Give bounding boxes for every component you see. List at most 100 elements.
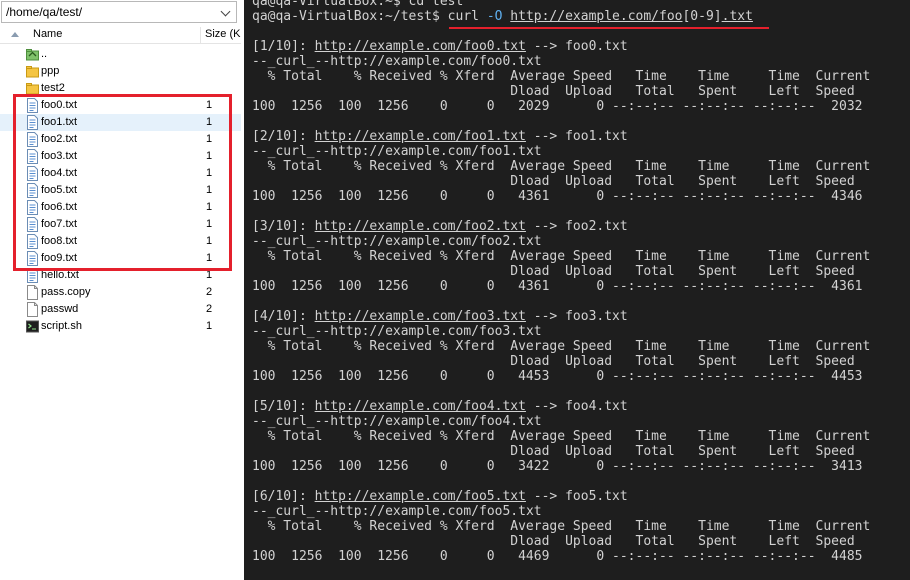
shell-prompt: qa@qa-VirtualBox:~/test$ xyxy=(252,9,448,24)
curl-marker-url: http://example.com/foo2.txt xyxy=(330,234,542,249)
progress-stats-line: 100 1256 100 1256 0 0 2029 0 --:--:-- --… xyxy=(252,99,910,114)
chevron-down-icon[interactable] xyxy=(218,4,234,20)
transfer-index: [3/10]: xyxy=(252,219,315,234)
file-icon xyxy=(26,285,39,300)
transfer-url: http://example.com/foo0.txt xyxy=(314,39,526,54)
file-row[interactable]: foo6.txt 1 xyxy=(0,199,241,216)
terminal-command-line: qa@qa-VirtualBox:~/test$ curl -O http://… xyxy=(252,9,910,24)
progress-header-1: % Total % Received % Xferd Average Speed… xyxy=(252,429,871,444)
folder-icon xyxy=(26,81,39,96)
shell-script-icon xyxy=(26,319,39,334)
curl-marker-line: --_curl_--http://example.com/foo4.txt xyxy=(252,414,910,429)
progress-stats: 100 1256 100 1256 0 0 4361 0 --:--:-- --… xyxy=(252,189,863,204)
file-name: foo0.txt xyxy=(41,99,78,111)
curl-marker-line: --_curl_--http://example.com/foo0.txt xyxy=(252,54,910,69)
file-row[interactable]: foo3.txt 1 xyxy=(0,148,241,165)
file-name: ppp xyxy=(41,65,60,77)
file-row[interactable]: foo9.txt 1 xyxy=(0,250,241,267)
command-flag: -O xyxy=(486,9,503,24)
file-size: 1 xyxy=(206,133,213,145)
file-size: 1 xyxy=(206,167,213,179)
transfer-header-line: [1/10]: http://example.com/foo0.txt --> … xyxy=(252,39,910,54)
text-file-icon xyxy=(26,234,39,249)
transfer-arrow: --> xyxy=(525,489,566,504)
transfer-output-file: foo3.txt xyxy=(565,309,628,324)
file-name: hello.txt xyxy=(41,269,79,281)
file-row[interactable]: foo4.txt 1 xyxy=(0,165,241,182)
file-name: test2 xyxy=(41,82,65,94)
column-header-size[interactable]: Size (K xyxy=(205,28,240,40)
file-list-header: Name Size (K xyxy=(0,27,241,44)
curl-marker-line: --_curl_--http://example.com/foo1.txt xyxy=(252,144,910,159)
command-url: http://example.com/foo xyxy=(510,9,683,24)
transfer-index: [4/10]: xyxy=(252,309,315,324)
file-size: 1 xyxy=(206,269,213,281)
progress-stats-line: 100 1256 100 1256 0 0 4361 0 --:--:-- --… xyxy=(252,189,910,204)
progress-header-2: Dload Upload Total Spent Left Speed xyxy=(252,174,855,189)
file-icon xyxy=(26,302,39,317)
file-row[interactable]: passwd 2 xyxy=(0,301,241,318)
curl-marker-url: http://example.com/foo5.txt xyxy=(330,504,542,519)
file-name: foo9.txt xyxy=(41,252,78,264)
progress-header-line-1: % Total % Received % Xferd Average Speed… xyxy=(252,69,910,84)
file-size: 1 xyxy=(206,320,213,332)
transfer-header-line: [6/10]: http://example.com/foo5.txt --> … xyxy=(252,489,910,504)
file-row[interactable]: ppp xyxy=(0,63,241,80)
file-name: foo5.txt xyxy=(41,184,78,196)
file-size: 1 xyxy=(206,218,213,230)
file-row[interactable]: foo5.txt 1 xyxy=(0,182,241,199)
curl-marker-line: --_curl_--http://example.com/foo2.txt xyxy=(252,234,910,249)
progress-header-line-2: Dload Upload Total Spent Left Speed xyxy=(252,354,910,369)
curl-marker-line: --_curl_--http://example.com/foo5.txt xyxy=(252,504,910,519)
file-row[interactable]: foo1.txt 1 xyxy=(0,114,241,131)
file-row[interactable]: foo0.txt 1 xyxy=(0,97,241,114)
file-size: 1 xyxy=(206,116,213,128)
transfer-arrow: --> xyxy=(525,309,566,324)
progress-header-2: Dload Upload Total Spent Left Speed xyxy=(252,354,855,369)
text-file-icon xyxy=(26,132,39,147)
text-file-icon xyxy=(26,115,39,130)
curl-marker-prefix: --_curl_-- xyxy=(252,414,331,429)
transfer-header-line: [2/10]: http://example.com/foo1.txt --> … xyxy=(252,129,910,144)
transfer-url: http://example.com/foo1.txt xyxy=(314,129,526,144)
file-row[interactable]: foo2.txt 1 xyxy=(0,131,241,148)
command-url-glob: [0-9] xyxy=(682,9,722,24)
transfer-index: [5/10]: xyxy=(252,399,315,414)
progress-header-1: % Total % Received % Xferd Average Speed… xyxy=(252,519,871,534)
file-row[interactable]: script.sh 1 xyxy=(0,318,241,335)
progress-stats-line: 100 1256 100 1256 0 0 4361 0 --:--:-- --… xyxy=(252,279,910,294)
progress-header-1: % Total % Received % Xferd Average Speed… xyxy=(252,249,871,264)
text-file-icon xyxy=(26,251,39,266)
path-combobox[interactable]: /home/qa/test/ xyxy=(1,1,237,23)
progress-stats-line: 100 1256 100 1256 0 0 3422 0 --:--:-- --… xyxy=(252,459,910,474)
file-name: foo1.txt xyxy=(41,116,78,128)
file-row[interactable]: pass.copy 2 xyxy=(0,284,241,301)
column-header-name[interactable]: Name xyxy=(33,28,62,40)
file-row[interactable]: .. xyxy=(0,46,241,63)
progress-header-1: % Total % Received % Xferd Average Speed… xyxy=(252,159,871,174)
progress-header-line-2: Dload Upload Total Spent Left Speed xyxy=(252,444,910,459)
curl-marker-prefix: --_curl_-- xyxy=(252,54,331,69)
transfer-output-file: foo5.txt xyxy=(565,489,628,504)
file-row[interactable]: hello.txt 1 xyxy=(0,267,241,284)
progress-header-line-1: % Total % Received % Xferd Average Speed… xyxy=(252,249,910,264)
file-row[interactable]: foo7.txt 1 xyxy=(0,216,241,233)
transfer-arrow: --> xyxy=(525,39,566,54)
terminal-previous-command: qa@qa-VirtualBox:~$ cd test xyxy=(252,0,910,9)
file-row[interactable]: test2 xyxy=(0,80,241,97)
text-file-icon xyxy=(26,268,39,283)
file-row[interactable]: foo8.txt 1 xyxy=(0,233,241,250)
file-name: foo2.txt xyxy=(41,133,78,145)
progress-header-line-2: Dload Upload Total Spent Left Speed xyxy=(252,534,910,549)
transfer-url: http://example.com/foo2.txt xyxy=(314,219,526,234)
transfer-header-line: [5/10]: http://example.com/foo4.txt --> … xyxy=(252,399,910,414)
file-name: foo7.txt xyxy=(41,218,78,230)
progress-header-line-2: Dload Upload Total Spent Left Speed xyxy=(252,84,910,99)
transfer-header-line: [3/10]: http://example.com/foo2.txt --> … xyxy=(252,219,910,234)
terminal-window[interactable]: qa@qa-VirtualBox:~$ cd test qa@qa-Virtual… xyxy=(244,0,910,580)
text-file-icon xyxy=(26,200,39,215)
file-size: 2 xyxy=(206,286,213,298)
column-separator[interactable] xyxy=(200,27,201,44)
